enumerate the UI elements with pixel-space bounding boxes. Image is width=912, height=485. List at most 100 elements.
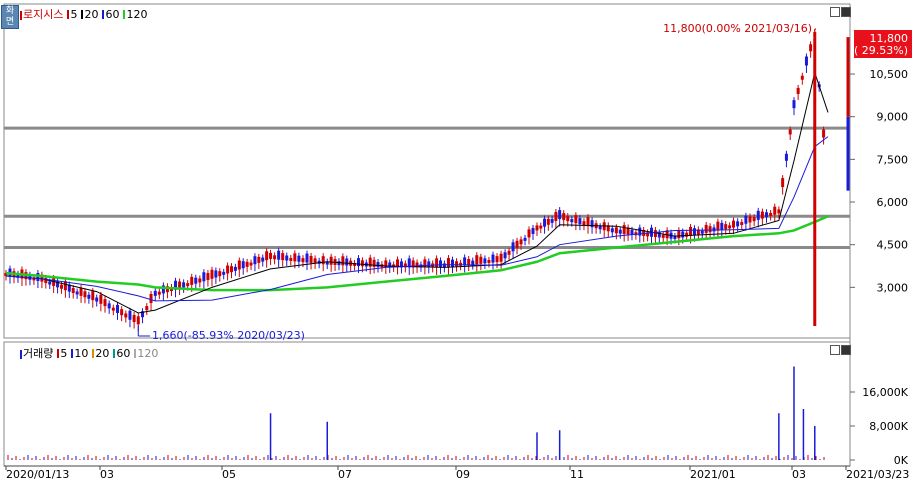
candle-body [519,239,523,245]
candle-body [87,294,91,299]
candle-body [777,209,781,214]
legend-item[interactable]: 5 [57,347,67,360]
candle-body [483,258,487,264]
candle-body [36,273,40,282]
candle-body [760,211,764,219]
candle-body [198,278,202,283]
candle-body [784,153,788,161]
candle-body [704,224,708,233]
candle-body [475,255,479,265]
legend-item[interactable]: 거래량 [20,345,53,361]
legend-item[interactable]: 60 [102,8,119,21]
candle-body [736,221,740,227]
candle-body [788,129,792,135]
candle-body [261,257,265,262]
candle-body [618,229,622,234]
candle-body [305,253,309,263]
volume-panel-frame [3,341,851,467]
price-panel-minimize-button[interactable] [830,7,840,17]
legend-item[interactable]: 120 [134,347,158,360]
candle-body [91,291,95,301]
candle-body [157,291,161,295]
candle-body [345,258,349,266]
candle-body [724,224,728,230]
legend-item[interactable]: 로지시스 [20,6,63,22]
candle-body [210,269,214,279]
candle-body [132,315,136,323]
candle-body [523,237,527,241]
legend-item[interactable]: 20 [92,347,109,360]
candle-body [796,87,800,94]
candle-body [463,257,467,266]
volume-y-tick-label: 8,000K [869,420,908,433]
candle-body [273,255,277,260]
x-tick-label: 2021/01 [690,468,736,481]
legend-item[interactable]: 60 [113,347,130,360]
candle-body [756,210,760,220]
candle-body [75,291,79,295]
candle-body [95,297,99,302]
candle-body [539,225,543,229]
legend-label: 10 [74,346,89,360]
candle-body [241,261,245,269]
candle-body [120,309,124,316]
candle-body [257,256,261,263]
candle-body [495,256,499,263]
candle-body [752,217,756,222]
candle-body [748,216,752,223]
candle-body [491,254,495,263]
candle-body [507,250,511,255]
candle-body [479,256,483,264]
candle-body [83,291,87,298]
y-tick-label: 7,500 [877,153,909,166]
candle-body [329,256,333,265]
candle-body [740,222,744,226]
candle-body [716,221,720,231]
candle-body [543,218,547,227]
candle-body [289,257,293,261]
candle-body [769,212,773,216]
candle-body [124,313,128,318]
candle-body [356,258,360,267]
candle-body [301,258,305,263]
legend-item[interactable]: 5 [67,8,77,21]
x-tick-label: 03 [100,468,114,481]
volume-panel-minimize-button[interactable] [830,345,840,355]
candle-body [222,271,226,275]
chart-window: 10,500 9,000 7,500 6,000 4,500 3,000 16,000K 8,… [0,0,912,482]
legend-item[interactable]: 120 [123,8,147,21]
candle-body [511,242,515,252]
x-tick-label: 03 [792,468,806,481]
candle-body [455,261,459,267]
candle-body [111,307,115,311]
candle-body [550,218,554,223]
legend-item[interactable]: 10 [71,347,88,360]
candle-body [712,227,716,232]
legend-swatch [20,10,22,20]
x-tick-label: 11 [570,468,584,481]
candle-body [149,293,153,303]
candle-body [792,100,796,109]
candle-body [499,253,503,262]
candle-body [186,283,190,287]
y-tick-label: 10,500 [870,68,909,81]
candle-body [182,282,186,288]
candle-body [285,255,289,261]
screen-menu-button[interactable]: 화면 [1,5,19,29]
candle-body [546,218,550,225]
candle-body [442,263,446,268]
legend-label: 5 [60,346,68,360]
volume-panel-maximize-button[interactable] [841,345,851,355]
legend-label: 20 [95,346,110,360]
legend-item[interactable]: 20 [81,8,98,21]
x-tick-label: 2021/03/23 [846,468,909,481]
candle-body [206,273,210,281]
candle-body [435,258,439,268]
candle-body [214,270,218,278]
candle-body [558,210,562,220]
candle-body [388,262,392,268]
price-panel-maximize-button[interactable] [841,7,851,17]
candle-body [376,262,380,268]
candle-body [578,218,582,225]
candle-body [822,129,826,138]
